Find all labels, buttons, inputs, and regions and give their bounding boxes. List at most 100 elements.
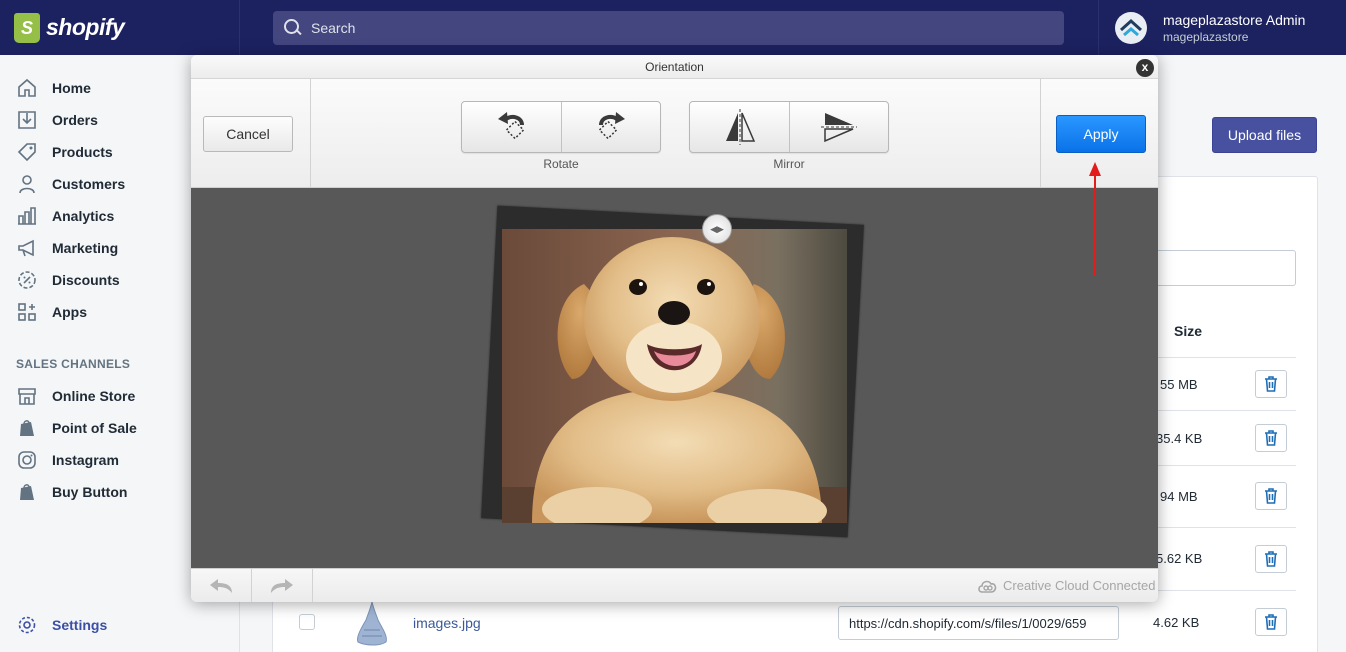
mageplaza-logo-icon [1119,18,1143,36]
mirror-button-group [689,101,889,153]
sales-channels-heading: SALES CHANNELS [16,357,131,371]
account-menu[interactable]: mageplazastore Admin mageplazastore [1098,0,1346,55]
sidebar-item-label: Analytics [52,208,115,224]
row-divider [1150,410,1296,411]
sidebar-item-discounts[interactable]: Discounts [16,266,120,294]
sidebar-item-label: Customers [52,176,126,192]
sidebar-item-label: Instagram [52,452,119,468]
search-bar[interactable] [273,11,1064,45]
trash-icon [1265,376,1277,392]
search-input[interactable] [311,20,1011,36]
file-name-link[interactable]: images.jpg [413,615,481,631]
person-icon [16,173,38,195]
sidebar-item-buy-button[interactable]: Buy Button [16,478,127,506]
sidebar-item-settings[interactable]: Settings [16,611,107,639]
sidebar-item-online-store[interactable]: Online Store [16,382,135,410]
instagram-icon [16,449,38,471]
sidebar-item-instagram[interactable]: Instagram [16,446,119,474]
delete-button[interactable] [1255,424,1287,452]
orientation-toolbar: Cancel Rotate Mirror Apply [191,79,1158,188]
sidebar-item-products[interactable]: Products [16,138,113,166]
sidebar-item-label: Orders [52,112,98,128]
row-divider [1150,590,1296,591]
sidebar-item-apps[interactable]: Apps [16,298,87,326]
file-thumbnail [350,600,394,646]
flip-vertical-button[interactable] [789,102,888,152]
row-divider [1150,357,1296,358]
delete-button[interactable] [1255,608,1287,636]
flip-vertical-icon [821,113,857,143]
shopify-bag-icon [16,417,38,439]
delete-button[interactable] [1255,370,1287,398]
rotate-button-group [461,101,661,153]
toolbar-divider [310,79,311,188]
brand-name: shopify [46,14,125,40]
sidebar-item-label: Settings [52,617,108,633]
rotate-label: Rotate [543,157,579,171]
flip-horizontal-button[interactable] [690,102,789,152]
sidebar-item-orders[interactable]: Orders [16,106,98,134]
image-canvas[interactable]: ◀▶ [191,188,1158,568]
account-store: mageplazastore [1163,29,1249,44]
sidebar-item-customers[interactable]: Customers [16,170,125,198]
sidebar-item-point-of-sale[interactable]: Point of Sale [16,414,137,442]
sidebar-item-label: Discounts [52,272,120,288]
size-column-header: Size [1174,323,1203,339]
redo-button[interactable] [252,569,313,602]
row-divider [1150,527,1296,528]
puppy-photo [502,229,847,523]
trash-icon [1265,551,1277,567]
orders-icon [16,109,38,131]
upload-files-button[interactable]: Upload files [1212,117,1317,153]
megaphone-icon [16,237,38,259]
tag-icon [16,141,38,163]
creative-cloud-status: Creative Cloud Connected [977,578,1155,593]
file-size: 4.62 KB [1153,615,1200,630]
sidebar-item-analytics[interactable]: Analytics [16,202,114,230]
sidebar-item-label: Marketing [52,240,119,256]
file-size: 94 MB [1160,489,1198,504]
file-url-field[interactable]: https://cdn.shopify.com/s/files/1/0029/6… [838,606,1119,640]
search-icon [283,18,303,38]
rotate-right-button[interactable] [561,102,660,152]
gear-icon [16,614,38,636]
sidebar-item-label: Point of Sale [52,420,137,436]
delete-button[interactable] [1255,545,1287,573]
rotate-handle[interactable]: ◀▶ [702,214,732,244]
sidebar-item-label: Apps [52,304,87,320]
sidebar-item-marketing[interactable]: Marketing [16,234,118,262]
rotate-left-button[interactable] [462,102,561,152]
creative-cloud-label: Creative Cloud Connected [1003,578,1156,593]
top-bar: shopify mageplazastore Admin mageplazast… [0,0,1346,55]
annotation-arrow-icon [1089,162,1101,275]
shopify-bag-icon [16,481,38,503]
flip-horizontal-icon [725,109,755,145]
apps-icon [16,301,38,323]
file-size: 5.62 KB [1156,551,1203,566]
creative-cloud-icon [978,580,997,593]
drag-arrows-icon: ◀▶ [710,223,724,234]
discount-icon [16,269,38,291]
orientation-dialog: Orientation x Cancel Rotate Mirror Apply… [191,55,1158,602]
trash-icon [1265,430,1277,446]
file-size: 55 MB [1160,377,1198,392]
dialog-footer: Creative Cloud Connected [191,568,1158,602]
shopify-logo[interactable]: shopify [0,0,240,55]
delete-button[interactable] [1255,482,1287,510]
apply-button[interactable]: Apply [1056,115,1146,153]
home-icon [16,77,38,99]
close-button[interactable]: x [1136,59,1154,77]
rotate-right-icon [598,112,625,140]
sidebar-item-label: Online Store [52,388,136,404]
row-checkbox[interactable] [299,614,315,630]
mirror-label: Mirror [773,157,805,171]
undo-button[interactable] [191,569,252,602]
cancel-button[interactable]: Cancel [203,116,293,152]
filter-input[interactable] [1150,250,1296,286]
trash-icon [1265,488,1277,504]
sidebar-item-home[interactable]: Home [16,74,91,102]
trash-icon [1265,614,1277,630]
bar-chart-icon [16,205,38,227]
sidebar-item-label: Buy Button [52,484,128,500]
dialog-title: Orientation [191,55,1158,79]
